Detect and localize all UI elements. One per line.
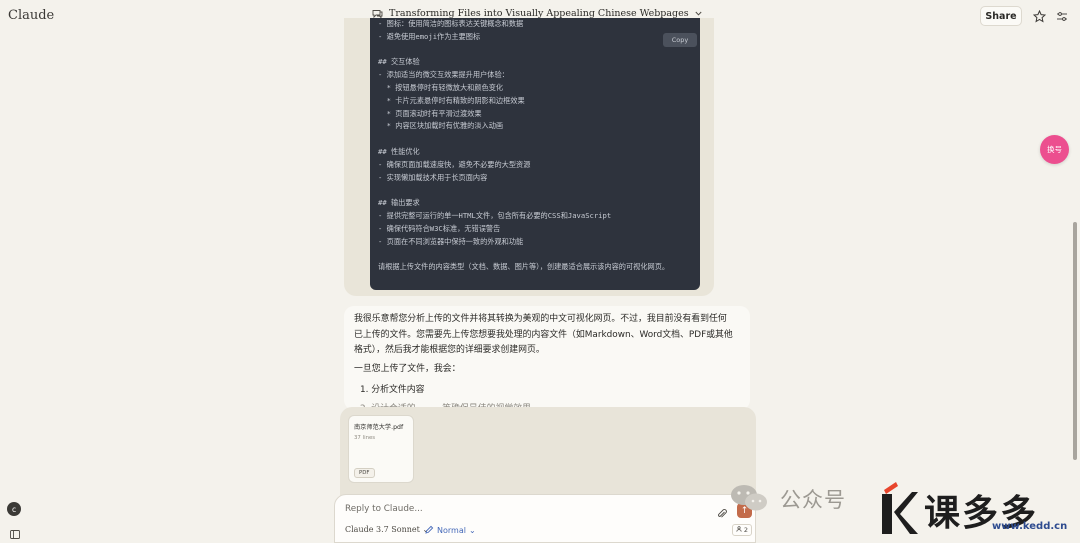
code-line: ## 性能优化 <box>378 146 420 156</box>
watermark-text: 公众号 <box>780 488 846 512</box>
sliders-icon[interactable] <box>1054 8 1070 24</box>
switch-account-button[interactable]: 换号 <box>1040 135 1069 164</box>
attachment-card[interactable]: 南京师范大学.pdf 37 lines PDF <box>348 415 414 483</box>
style-label: Normal <box>437 526 466 535</box>
chevron-down-icon: ⌄ <box>468 526 476 535</box>
attachment-file-name: 南京师范大学.pdf <box>354 424 404 431</box>
code-line: - 确保代码符合W3C标准，无错误警告 <box>378 223 501 233</box>
code-line: * 页面滚动时有平滑过渡效果 <box>378 108 482 118</box>
reply-input[interactable] <box>345 502 705 516</box>
code-line: - 图标：使用简洁的图标表达关键概念和数据 <box>378 19 524 28</box>
copy-code-button[interactable]: Copy <box>663 33 697 47</box>
reply-composer: Claude 3.7 Sonnet ⌄ Normal ⌄ ↑ 2 <box>334 494 756 543</box>
participants-badge[interactable]: 2 <box>732 524 752 536</box>
code-line: - 实现懒加载技术用于长页面内容 <box>378 172 488 182</box>
code-line: 请根据上传文件的内容类型（文档、数据、图片等），创建最适合展示该内容的可视化网页… <box>378 262 670 272</box>
scrollbar-thumb[interactable] <box>1073 222 1077 460</box>
model-label: Claude 3.7 Sonnet <box>345 525 420 534</box>
paperclip-icon[interactable] <box>716 505 728 518</box>
share-button[interactable]: Share <box>980 6 1022 26</box>
code-line: - 添加适当的微交互效果提升用户体验： <box>378 70 509 80</box>
badge-count: 2 <box>743 526 749 534</box>
code-line: - 确保页面加载速度快，避免不必要的大型资源 <box>378 159 531 169</box>
code-line: ## 交互体验 <box>378 57 420 67</box>
code-line: * 按钮悬停时有轻微放大和颜色变化 <box>378 82 504 92</box>
chat-bubble-icon <box>372 9 383 19</box>
watermark-url: www.kedd.cn <box>992 521 1068 532</box>
star-icon[interactable] <box>1031 8 1047 24</box>
code-line: - 避免使用emoji作为主要图标 <box>378 31 481 41</box>
pen-icon <box>425 525 434 536</box>
code-block: - 图标：使用简洁的图标表达关键概念和数据 - 避免使用emoji作为主要图标 #… <box>370 18 700 290</box>
assistant-message: 我很乐意帮您分析上传的文件并将其转换为美观的中文可视化网页。不过，我目前没有看到… <box>344 306 750 410</box>
code-content: - 图标：使用简洁的图标表达关键概念和数据 - 避免使用emoji作为主要图标 #… <box>378 18 696 274</box>
code-line: - 页面在不同浏览器中保持一致的外观和功能 <box>378 236 524 246</box>
app-logo[interactable]: Claude <box>8 8 54 23</box>
attachment-line-count: 37 lines <box>354 435 376 441</box>
code-line: * 卡片元素悬停时有精致的阴影和边框效果 <box>378 95 525 105</box>
list-item: 1. 分析文件内容 <box>360 385 425 395</box>
avatar[interactable]: c <box>7 502 21 516</box>
person-icon <box>736 526 742 534</box>
code-line: ## 输出要求 <box>378 198 420 208</box>
style-selector[interactable]: Normal ⌄ <box>425 525 476 536</box>
assistant-paragraph: 一旦您上传了文件，我会： <box>354 364 461 374</box>
code-line: - 提供完整可运行的单一HTML文件，包含所有必要的CSS和JavaScript <box>378 210 612 220</box>
attachment-type-badge: PDF <box>354 468 375 478</box>
code-line: * 内容区块加载时有优雅的淡入动画 <box>378 121 504 131</box>
assistant-paragraph: 我很乐意帮您分析上传的文件并将其转换为美观的中文可视化网页。不过，我目前没有看到… <box>354 314 733 355</box>
chevron-down-icon <box>695 11 702 16</box>
sidebar-toggle-icon[interactable] <box>10 524 20 539</box>
model-selector[interactable]: Claude 3.7 Sonnet ⌄ <box>345 525 429 534</box>
wechat-icon <box>728 483 772 513</box>
